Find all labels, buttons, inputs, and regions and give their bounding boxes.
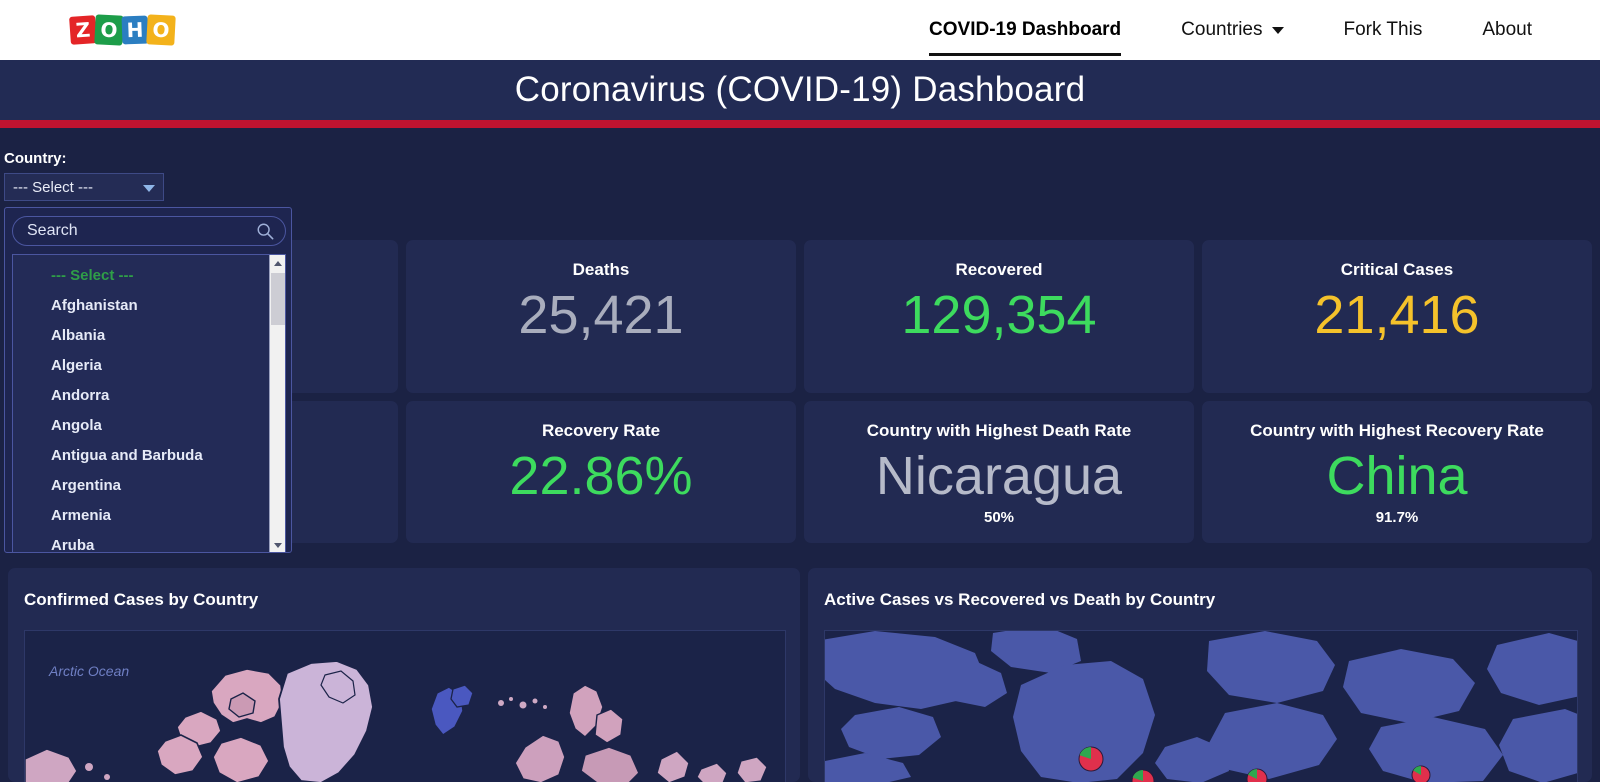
country-option-armenia[interactable]: Armenia xyxy=(13,501,285,531)
nav-link-label: Fork This xyxy=(1344,19,1423,41)
choropleth-map[interactable]: Arctic Ocean xyxy=(24,630,786,782)
nav-link-label: COVID-19 Dashboard xyxy=(929,19,1121,41)
logo-letter: O xyxy=(100,18,118,43)
stat-card-value: 129,354 xyxy=(901,284,1096,346)
logo-tile-z: Z xyxy=(69,15,97,45)
zoho-logo[interactable]: Z O H O xyxy=(70,8,174,52)
panel-confirmed-cases-by-country: Confirmed Cases by Country Arctic Ocean xyxy=(8,568,800,782)
country-option-angola[interactable]: Angola xyxy=(13,411,285,441)
nav-links: COVID-19 Dashboard Countries Fork This A… xyxy=(899,0,1562,60)
country-filter: Country: --- Select --- --- Select --- A… xyxy=(4,150,292,553)
nav-link-label: Countries xyxy=(1181,19,1262,41)
stat-card-recovery-rate: Recovery Rate 22.86% xyxy=(406,401,796,543)
country-option-select[interactable]: --- Select --- xyxy=(13,261,285,291)
logo-letter: Z xyxy=(75,18,91,43)
logo-tile-o2: O xyxy=(146,14,176,45)
logo-tile-h: H xyxy=(122,16,149,45)
dashboard-body: Deaths 25,421 Recovered 129,354 Critical… xyxy=(0,128,1600,782)
country-select-value: --- Select --- xyxy=(13,179,93,196)
accent-bar xyxy=(0,120,1600,128)
country-search-wrap xyxy=(12,216,286,246)
stat-card-title: Critical Cases xyxy=(1341,260,1453,280)
country-option-algeria[interactable]: Algeria xyxy=(13,351,285,381)
country-select-trigger[interactable]: --- Select --- xyxy=(4,173,164,201)
stat-card-value: 21,416 xyxy=(1314,284,1479,346)
country-option-antigua-and-barbuda[interactable]: Antigua and Barbuda xyxy=(13,441,285,471)
stat-card-highest-death-rate: Country with Highest Death Rate Nicaragu… xyxy=(804,401,1194,543)
logo-tile-o1: O xyxy=(94,14,124,45)
nav-link-covid-dashboard[interactable]: COVID-19 Dashboard xyxy=(929,0,1121,60)
stat-card-value: 22.86% xyxy=(509,445,692,507)
country-dropdown-panel: --- Select --- Afghanistan Albania Alger… xyxy=(4,207,292,553)
country-option-scroll: --- Select --- Afghanistan Albania Alger… xyxy=(13,255,285,552)
stat-card-subvalue: 50% xyxy=(984,509,1014,526)
scrollbar-thumb[interactable] xyxy=(271,273,285,325)
stat-card-title: Recovered xyxy=(956,260,1043,280)
country-list-scrollbar[interactable] xyxy=(269,255,285,552)
stat-card-value: China xyxy=(1326,445,1467,507)
map-panels: Confirmed Cases by Country Arctic Ocean xyxy=(4,568,1596,782)
country-filter-label: Country: xyxy=(4,150,292,167)
stat-card-critical-cases: Critical Cases 21,416 xyxy=(1202,240,1592,393)
stat-card-highest-recovery-rate: Country with Highest Recovery Rate China… xyxy=(1202,401,1592,543)
country-option-andorra[interactable]: Andorra xyxy=(13,381,285,411)
top-navbar: Z O H O COVID-19 Dashboard Countries For… xyxy=(0,0,1600,60)
panel-title: Confirmed Cases by Country xyxy=(8,568,800,610)
stat-card-title: Country with Highest Recovery Rate xyxy=(1250,421,1544,441)
pie-marker-map[interactable] xyxy=(824,630,1578,782)
country-option-aruba[interactable]: Aruba xyxy=(13,531,285,552)
country-option-argentina[interactable]: Argentina xyxy=(13,471,285,501)
panel-title: Active Cases vs Recovered vs Death by Co… xyxy=(808,568,1592,610)
pie-marker xyxy=(1412,766,1430,782)
pie-marker-map-svg xyxy=(825,631,1578,782)
stat-card-value: Nicaragua xyxy=(876,445,1122,507)
stat-card-value: 25,421 xyxy=(518,284,683,346)
chevron-down-icon xyxy=(143,185,155,192)
country-option-list[interactable]: --- Select --- Afghanistan Albania Alger… xyxy=(12,254,286,552)
page-title-band: Coronavirus (COVID-19) Dashboard xyxy=(0,60,1600,120)
nav-link-label: About xyxy=(1482,19,1532,41)
stat-card-recovered: Recovered 129,354 xyxy=(804,240,1194,393)
choropleth-map-svg xyxy=(25,631,786,782)
chevron-down-icon xyxy=(1272,27,1284,34)
stat-card-title: Recovery Rate xyxy=(542,421,660,441)
nav-link-fork-this[interactable]: Fork This xyxy=(1344,0,1423,60)
logo-letter: H xyxy=(126,18,144,43)
stat-card-deaths: Deaths 25,421 xyxy=(406,240,796,393)
country-search-input[interactable] xyxy=(12,216,286,246)
country-option-afghanistan[interactable]: Afghanistan xyxy=(13,291,285,321)
pie-marker xyxy=(1079,747,1103,771)
pie-marker xyxy=(1132,770,1154,782)
stat-card-title: Deaths xyxy=(573,260,630,280)
country-option-albania[interactable]: Albania xyxy=(13,321,285,351)
stat-card-title: Country with Highest Death Rate xyxy=(867,421,1131,441)
nav-link-about[interactable]: About xyxy=(1482,0,1532,60)
scrollbar-up-arrow[interactable] xyxy=(270,255,285,271)
stat-card-subvalue: 91.7% xyxy=(1376,509,1419,526)
nav-link-countries[interactable]: Countries xyxy=(1181,0,1283,60)
scrollbar-down-arrow[interactable] xyxy=(270,537,285,552)
page-title: Coronavirus (COVID-19) Dashboard xyxy=(515,70,1086,110)
panel-active-recovered-death-by-country: Active Cases vs Recovered vs Death by Co… xyxy=(808,568,1592,782)
logo-letter: O xyxy=(152,18,170,43)
